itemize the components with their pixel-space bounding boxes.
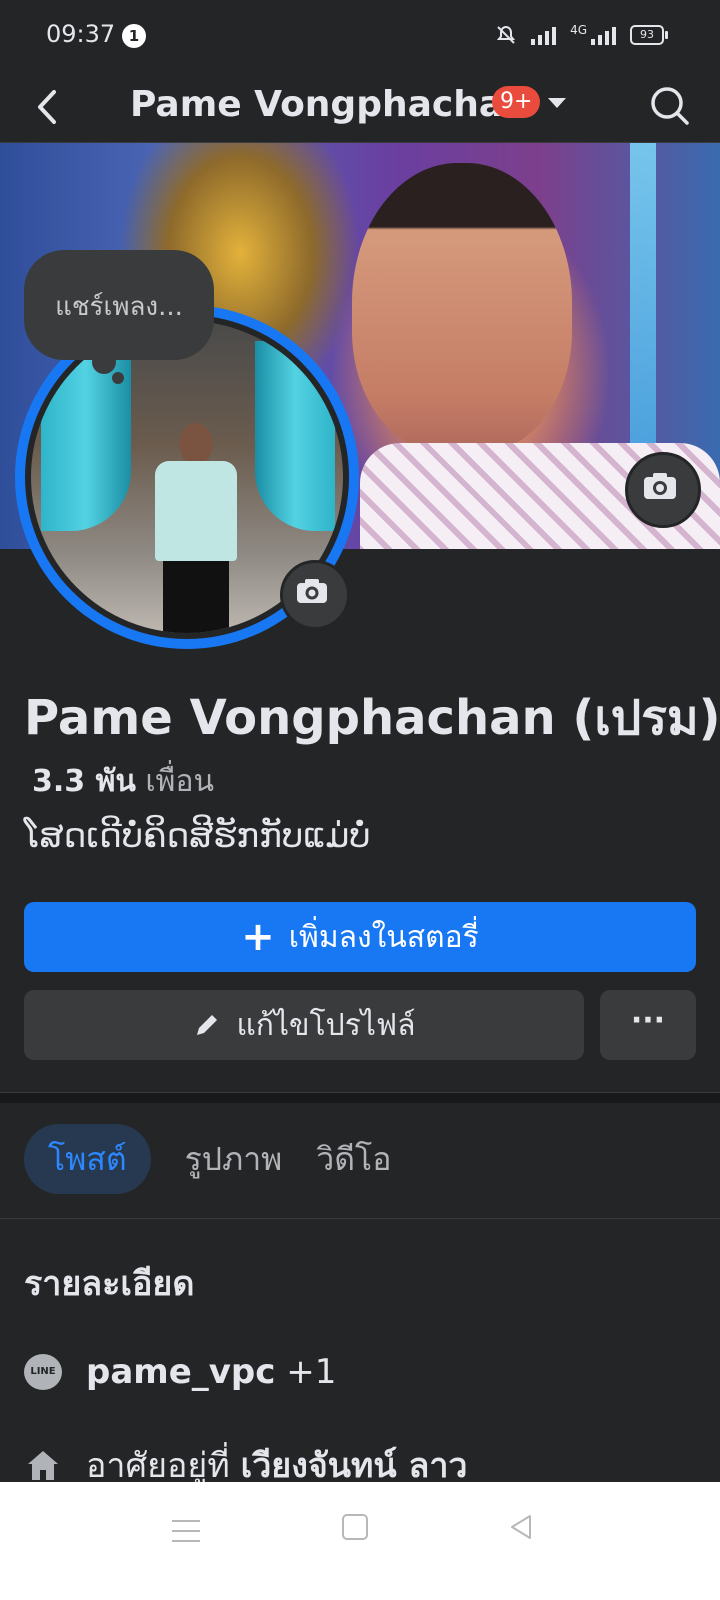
share-song-bubble[interactable]: แชร์เพลง... — [24, 250, 214, 360]
plus-icon: + — [241, 914, 275, 960]
profile-tabs: โพสต์ รูปภาพ วิดีโอ — [24, 1124, 391, 1194]
top-app-bar: Pame Vongphachan 9+ — [0, 72, 720, 143]
camera-icon — [644, 473, 676, 499]
edit-profile-button[interactable]: แก้ไขโปรไฟล์ — [24, 990, 584, 1060]
tab-videos[interactable]: วิดีโอ — [316, 1124, 391, 1194]
detail-line-row[interactable]: LINE pame_vpc +1 — [24, 1352, 336, 1392]
back-arrow-icon[interactable] — [26, 84, 72, 130]
tab-photos[interactable]: รูปภาพ — [185, 1124, 283, 1194]
signal-4g-icon — [591, 25, 616, 45]
cover-camera-button[interactable] — [625, 452, 701, 528]
friends-count: 3.3 พัน — [32, 764, 136, 799]
avatar-person-shirt — [155, 461, 237, 561]
line-extra: +1 — [286, 1352, 337, 1392]
chevron-down-icon[interactable] — [548, 98, 566, 108]
avatar-person-pants — [163, 561, 229, 633]
share-song-text: แชร์เพลง... — [55, 292, 183, 322]
home-button-icon[interactable] — [342, 1514, 368, 1540]
avatar-curtain — [255, 341, 335, 531]
bubble-tail — [112, 372, 124, 384]
more-options-button[interactable]: ··· — [600, 990, 696, 1060]
section-divider — [0, 1092, 720, 1103]
network-type: 4G — [570, 23, 587, 37]
camera-icon — [297, 579, 327, 603]
mute-bell-icon — [496, 25, 516, 44]
home-icon — [28, 1451, 58, 1480]
friends-label: เพื่อน — [145, 764, 214, 799]
profile-bio: ໂສດເດີບໍ່ຄິດສີຮັກກັບແມ່ບໍ່ — [24, 816, 371, 856]
tabs-divider — [0, 1218, 720, 1219]
avatar-camera-button[interactable] — [280, 560, 350, 630]
lives-in-place: เวียงจันทน์ ลาว — [240, 1446, 468, 1486]
system-nav-bar — [0, 1482, 720, 1600]
edit-profile-label: แก้ไขโปรไฟล์ — [236, 1007, 416, 1043]
pencil-icon — [197, 1015, 218, 1035]
lives-in-prefix: อาศัยอยู่ที่ — [86, 1446, 230, 1486]
page-title[interactable]: Pame Vongphachan — [130, 80, 529, 130]
status-indicators: 4G 93 — [495, 23, 668, 46]
avatar-person-head — [179, 423, 213, 465]
back-triangle-icon[interactable] — [508, 1512, 534, 1542]
recent-apps-icon[interactable] — [172, 1520, 200, 1544]
notification-badge: 9+ — [492, 86, 541, 118]
cover-person — [352, 163, 572, 453]
avatar-curtain — [41, 341, 131, 531]
line-app-icon: LINE — [24, 1354, 62, 1390]
profile-name: Pame Vongphachan (เปรม) — [24, 690, 720, 746]
status-time: 09:37 — [46, 20, 116, 48]
details-title: รายละเอียด — [24, 1264, 195, 1304]
notification-count-icon: 1 — [122, 24, 146, 48]
friends-count-line[interactable]: 3.3 พัน เพื่อน — [32, 758, 214, 805]
bubble-tail — [92, 350, 116, 374]
add-to-story-button[interactable]: + เพิ่มลงในสตอรี่ — [24, 902, 696, 972]
add-to-story-label: เพิ่มลงในสตอรี่ — [288, 919, 479, 955]
line-id: pame_vpc — [86, 1352, 276, 1392]
signal-icon — [531, 25, 557, 45]
search-icon[interactable] — [646, 82, 692, 128]
tab-posts[interactable]: โพสต์ — [24, 1124, 151, 1194]
status-bar: 09:37 1 4G 93 — [0, 0, 720, 72]
battery-icon: 93 — [630, 25, 668, 45]
